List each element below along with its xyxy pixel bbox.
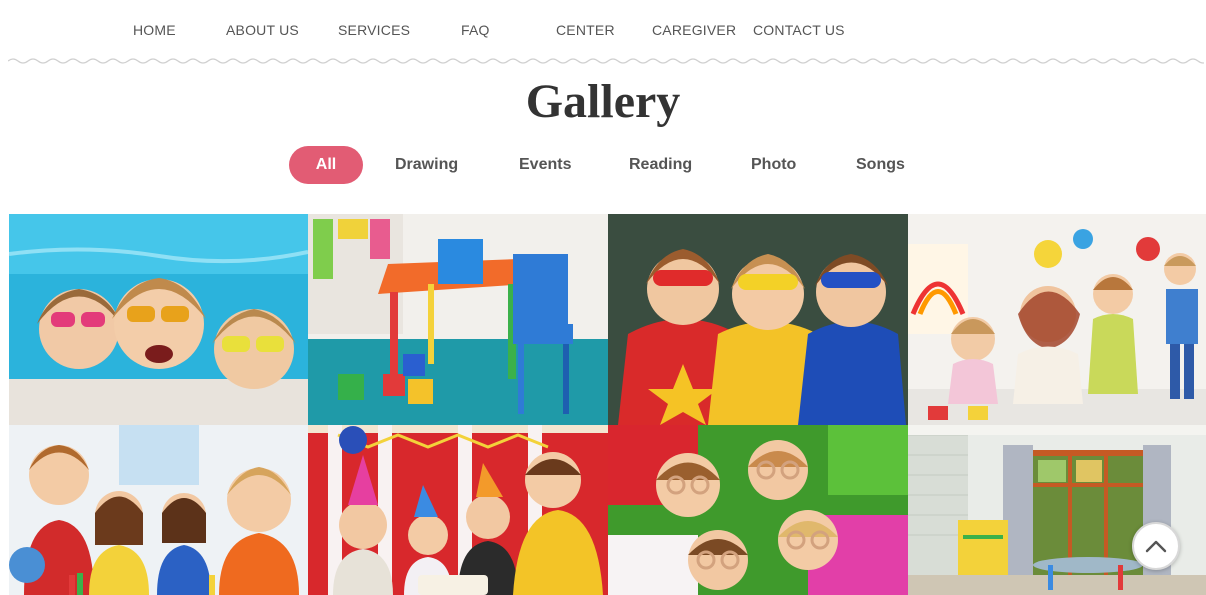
nav-item-contact-us[interactable]: CONTACT US (753, 22, 845, 38)
filter-songs[interactable]: Songs (856, 156, 905, 174)
gallery-grid (9, 214, 1206, 595)
gallery-image-art-class[interactable] (908, 214, 1206, 425)
nav-item-faq[interactable]: FAQ (461, 22, 490, 38)
gallery-image-birthday-party[interactable] (308, 425, 608, 595)
gallery-image-classroom-kids[interactable] (9, 425, 308, 595)
gallery-image-superhero-kids[interactable] (608, 214, 908, 425)
filter-reading[interactable]: Reading (629, 156, 692, 174)
nav-item-services[interactable]: SERVICES (338, 22, 410, 38)
gallery-title: Gallery (525, 75, 681, 128)
gallery-image-pool-girls[interactable] (9, 214, 308, 425)
filter-events[interactable]: Events (519, 156, 571, 174)
nav-item-home[interactable]: HOME (133, 22, 176, 38)
nav-wave-divider (8, 58, 1204, 64)
main-nav: HOME ABOUT US SERVICES FAQ CENTER CAREGI… (0, 0, 1206, 64)
scroll-to-top-button[interactable] (1132, 522, 1180, 570)
chevron-up-icon (1145, 540, 1167, 553)
gallery-image-kids-on-grass[interactable] (608, 425, 908, 595)
gallery-image-playroom[interactable] (908, 425, 1206, 595)
filter-drawing[interactable]: Drawing (395, 156, 458, 174)
nav-item-about-us[interactable]: ABOUT US (226, 22, 299, 38)
nav-item-center[interactable]: CENTER (556, 22, 615, 38)
filter-all[interactable]: All (289, 146, 363, 184)
gallery-image-kids-table[interactable] (308, 214, 608, 425)
filter-photo[interactable]: Photo (751, 156, 796, 174)
nav-item-caregiver[interactable]: CAREGIVER (652, 22, 736, 38)
